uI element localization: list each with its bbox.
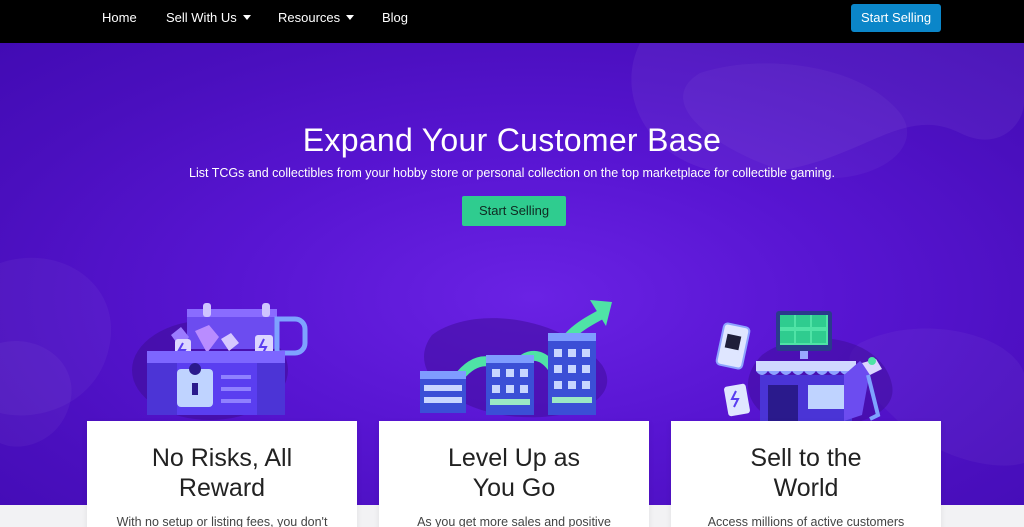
- nav-blog-label: Blog: [382, 10, 409, 25]
- feature-card-body: As you get more sales and positive: [417, 515, 611, 527]
- feature-card-sell-world: Sell to the World Access millions of act…: [671, 421, 941, 527]
- feature-card-level-up: Level Up as You Go As you get more sales…: [379, 421, 649, 527]
- growth-chart-icon: [420, 300, 612, 418]
- nav-resources-menu[interactable]: Resources: [278, 0, 355, 36]
- nav-blog-link[interactable]: Blog: [382, 0, 408, 36]
- top-navbar: Home Sell With Us Resources Blog Start S…: [0, 0, 1024, 43]
- feature-card-title: No Risks, All Reward: [151, 444, 293, 502]
- nav-resources-label: Resources: [278, 10, 341, 25]
- nav-start-selling-button[interactable]: Start Selling: [851, 4, 941, 32]
- nav-sell-with-us-menu[interactable]: Sell With Us: [166, 0, 251, 36]
- feature-card-body: Access millions of active customers: [707, 515, 905, 527]
- feature-card-no-risks: No Risks, All Reward With no setup or li…: [87, 421, 357, 527]
- hero-title: Expand Your Customer Base: [302, 122, 722, 158]
- nav-home-label: Home: [102, 10, 137, 25]
- hero-start-selling-button[interactable]: Start Selling: [462, 196, 566, 226]
- feature-card-title: Sell to the World: [750, 444, 862, 502]
- chevron-down-icon: [242, 15, 251, 21]
- chevron-down-icon: [346, 15, 355, 21]
- nav-home-link[interactable]: Home: [102, 0, 137, 36]
- feature-card-body: With no setup or listing fees, you don't: [116, 515, 328, 527]
- hero-subtitle: List TCGs and collectibles from your hob…: [189, 166, 835, 180]
- global-store-icon: [715, 311, 893, 428]
- nav-sell-with-us-label: Sell With Us: [166, 10, 237, 25]
- treasure-chest-icon: [132, 303, 308, 420]
- feature-card-title: Level Up as You Go: [447, 444, 581, 502]
